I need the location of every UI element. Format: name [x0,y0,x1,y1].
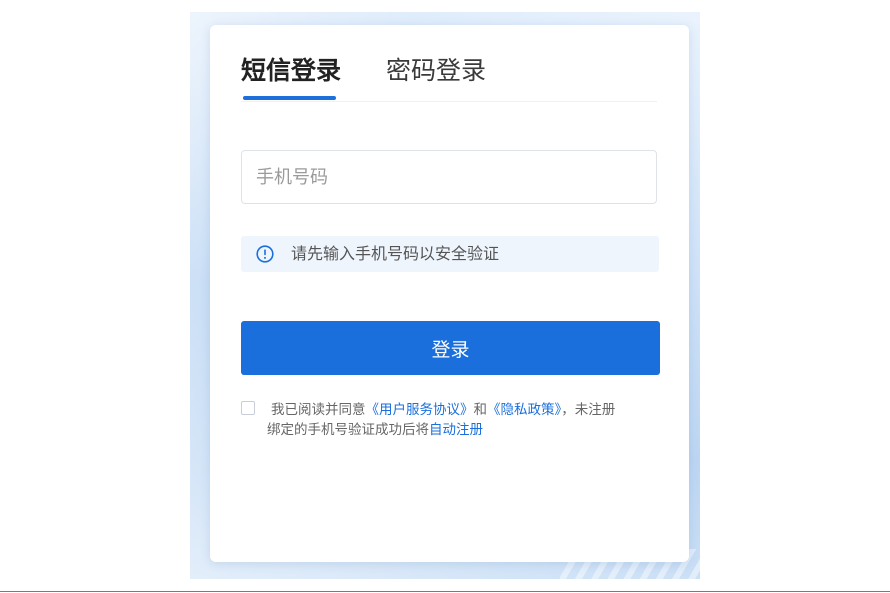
tab-sms-login[interactable]: 短信登录 [241,55,341,87]
service-agreement-link[interactable]: 《用户服务协议》 [366,402,474,418]
security-notice: 请先输入手机号码以安全验证 [241,236,659,272]
auto-register-link[interactable]: 自动注册 [429,422,483,438]
agreement-text: 我已阅读并同意《用户服务协议》和《隐私政策》，未注册 绑定的手机号验证成功后将自… [267,400,661,440]
agreement-and: 和 [473,402,488,418]
login-card: 短信登录 密码登录 请先输入手机号码以安全验证 登录 我已阅读并同意《用户服务协… [210,25,689,562]
agreement-line2: 绑定的手机号验证成功后将自动注册 [267,420,661,440]
login-button[interactable]: 登录 [241,321,660,375]
agreement-checkbox[interactable] [241,401,255,415]
agreement-suffix: ，未注册 [561,402,616,418]
agreement-prefix: 我已阅读并同意 [271,402,366,418]
info-circle-icon [256,245,274,263]
active-tab-indicator [243,96,336,100]
notice-text: 请先输入手机号码以安全验证 [291,244,500,263]
login-page: 短信登录 密码登录 请先输入手机号码以安全验证 登录 我已阅读并同意《用户服务协… [0,0,890,593]
tab-password-login[interactable]: 密码登录 [386,55,486,87]
phone-number-input[interactable] [241,150,657,204]
login-tabs: 短信登录 密码登录 [241,55,657,102]
privacy-policy-link[interactable]: 《隐私政策》 [487,402,561,418]
bottom-divider [0,591,890,592]
agreement-line2-prefix: 绑定的手机号验证成功后将 [267,422,429,438]
